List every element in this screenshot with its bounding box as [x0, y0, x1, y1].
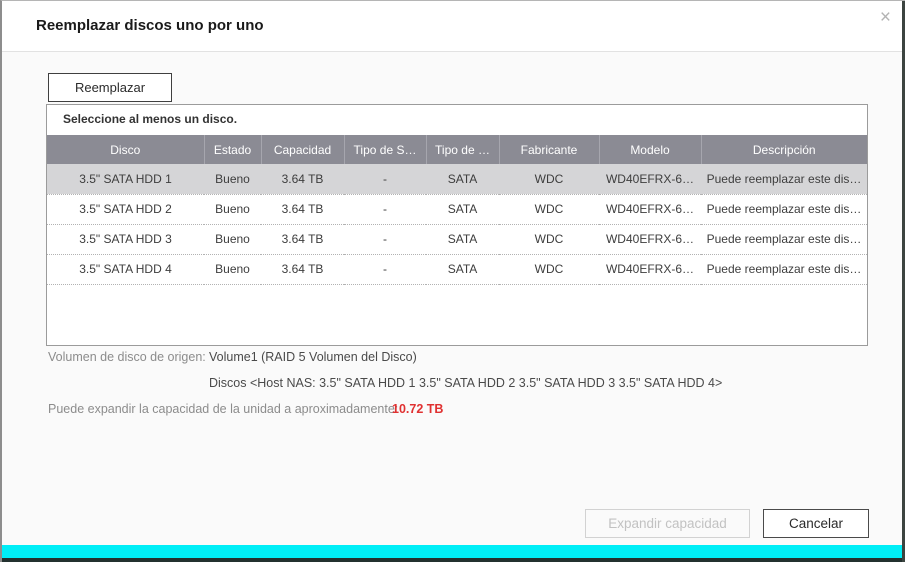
disk-table: Disco Estado Capacidad Tipo de S… Tipo d…	[47, 135, 867, 285]
cell-descripcion: Puede reemplazar este dis…	[701, 194, 867, 224]
cell-fabricante: WDC	[499, 224, 599, 254]
cell-tipo: SATA	[426, 224, 499, 254]
cell-estado: Bueno	[204, 254, 261, 284]
column-header-capacidad[interactable]: Capacidad	[261, 135, 344, 164]
cell-tipo: SATA	[426, 194, 499, 224]
source-volume-label: Volumen de disco de origen:	[48, 350, 206, 364]
cell-disco: 3.5" SATA HDD 4	[47, 254, 204, 284]
column-header-fabricante[interactable]: Fabricante	[499, 135, 599, 164]
column-header-tipo-s[interactable]: Tipo de S…	[344, 135, 426, 164]
cell-tipo-s: -	[344, 164, 426, 194]
dialog-titlebar: Reemplazar discos uno por uno ×	[2, 1, 905, 52]
replace-disks-dialog: Reemplazar discos uno por uno × Reemplaz…	[0, 0, 905, 562]
cell-estado: Bueno	[204, 164, 261, 194]
cell-capacidad: 3.64 TB	[261, 224, 344, 254]
cell-fabricante: WDC	[499, 194, 599, 224]
cell-tipo-s: -	[344, 224, 426, 254]
bottom-window-edge	[2, 558, 905, 562]
column-header-disco[interactable]: Disco	[47, 135, 204, 164]
cell-modelo: WD40EFRX-6…	[599, 164, 701, 194]
table-header-row: Disco Estado Capacidad Tipo de S… Tipo d…	[47, 135, 867, 164]
disk-grid: Seleccione al menos un disco. Disco Esta…	[46, 104, 868, 346]
cell-fabricante: WDC	[499, 164, 599, 194]
column-header-descripcion[interactable]: Descripción	[701, 135, 867, 164]
cell-tipo-s: -	[344, 254, 426, 284]
table-row-hdd4[interactable]: 3.5" SATA HDD 4 Bueno 3.64 TB - SATA WDC…	[47, 254, 867, 284]
cell-tipo-s: -	[344, 194, 426, 224]
source-disks-value: Discos <Host NAS: 3.5" SATA HDD 1 3.5" S…	[209, 376, 722, 390]
column-header-estado[interactable]: Estado	[204, 135, 261, 164]
cell-capacidad: 3.64 TB	[261, 194, 344, 224]
dialog-title: Reemplazar discos uno por uno	[36, 17, 264, 34]
table-row-hdd2[interactable]: 3.5" SATA HDD 2 Bueno 3.64 TB - SATA WDC…	[47, 194, 867, 224]
expand-capacity-button[interactable]: Expandir capacidad	[585, 509, 750, 538]
grid-notice: Seleccione al menos un disco.	[47, 105, 867, 133]
cell-estado: Bueno	[204, 224, 261, 254]
cancel-button[interactable]: Cancelar	[763, 509, 869, 538]
table-row-hdd1[interactable]: 3.5" SATA HDD 1 Bueno 3.64 TB - SATA WDC…	[47, 164, 867, 194]
cell-fabricante: WDC	[499, 254, 599, 284]
cell-disco: 3.5" SATA HDD 2	[47, 194, 204, 224]
expand-capacity-value: 10.72 TB	[392, 402, 443, 416]
cell-capacidad: 3.64 TB	[261, 254, 344, 284]
cell-modelo: WD40EFRX-6…	[599, 254, 701, 284]
cell-descripcion: Puede reemplazar este dis…	[701, 164, 867, 194]
cell-modelo: WD40EFRX-6…	[599, 194, 701, 224]
expand-capacity-label: Puede expandir la capacidad de la unidad…	[48, 402, 398, 416]
cell-estado: Bueno	[204, 194, 261, 224]
column-header-tipo[interactable]: Tipo de …	[426, 135, 499, 164]
column-header-modelo[interactable]: Modelo	[599, 135, 701, 164]
cell-capacidad: 3.64 TB	[261, 164, 344, 194]
replace-button[interactable]: Reemplazar	[48, 73, 172, 102]
close-icon[interactable]: ×	[880, 7, 891, 29]
accent-strip	[2, 545, 905, 558]
source-volume-value: Volume1 (RAID 5 Volumen del Disco)	[209, 350, 417, 364]
cell-disco: 3.5" SATA HDD 3	[47, 224, 204, 254]
cell-descripcion: Puede reemplazar este dis…	[701, 254, 867, 284]
cell-modelo: WD40EFRX-6…	[599, 224, 701, 254]
cell-tipo: SATA	[426, 254, 499, 284]
table-row-hdd3[interactable]: 3.5" SATA HDD 3 Bueno 3.64 TB - SATA WDC…	[47, 224, 867, 254]
cell-disco: 3.5" SATA HDD 1	[47, 164, 204, 194]
cell-descripcion: Puede reemplazar este dis…	[701, 224, 867, 254]
cell-tipo: SATA	[426, 164, 499, 194]
